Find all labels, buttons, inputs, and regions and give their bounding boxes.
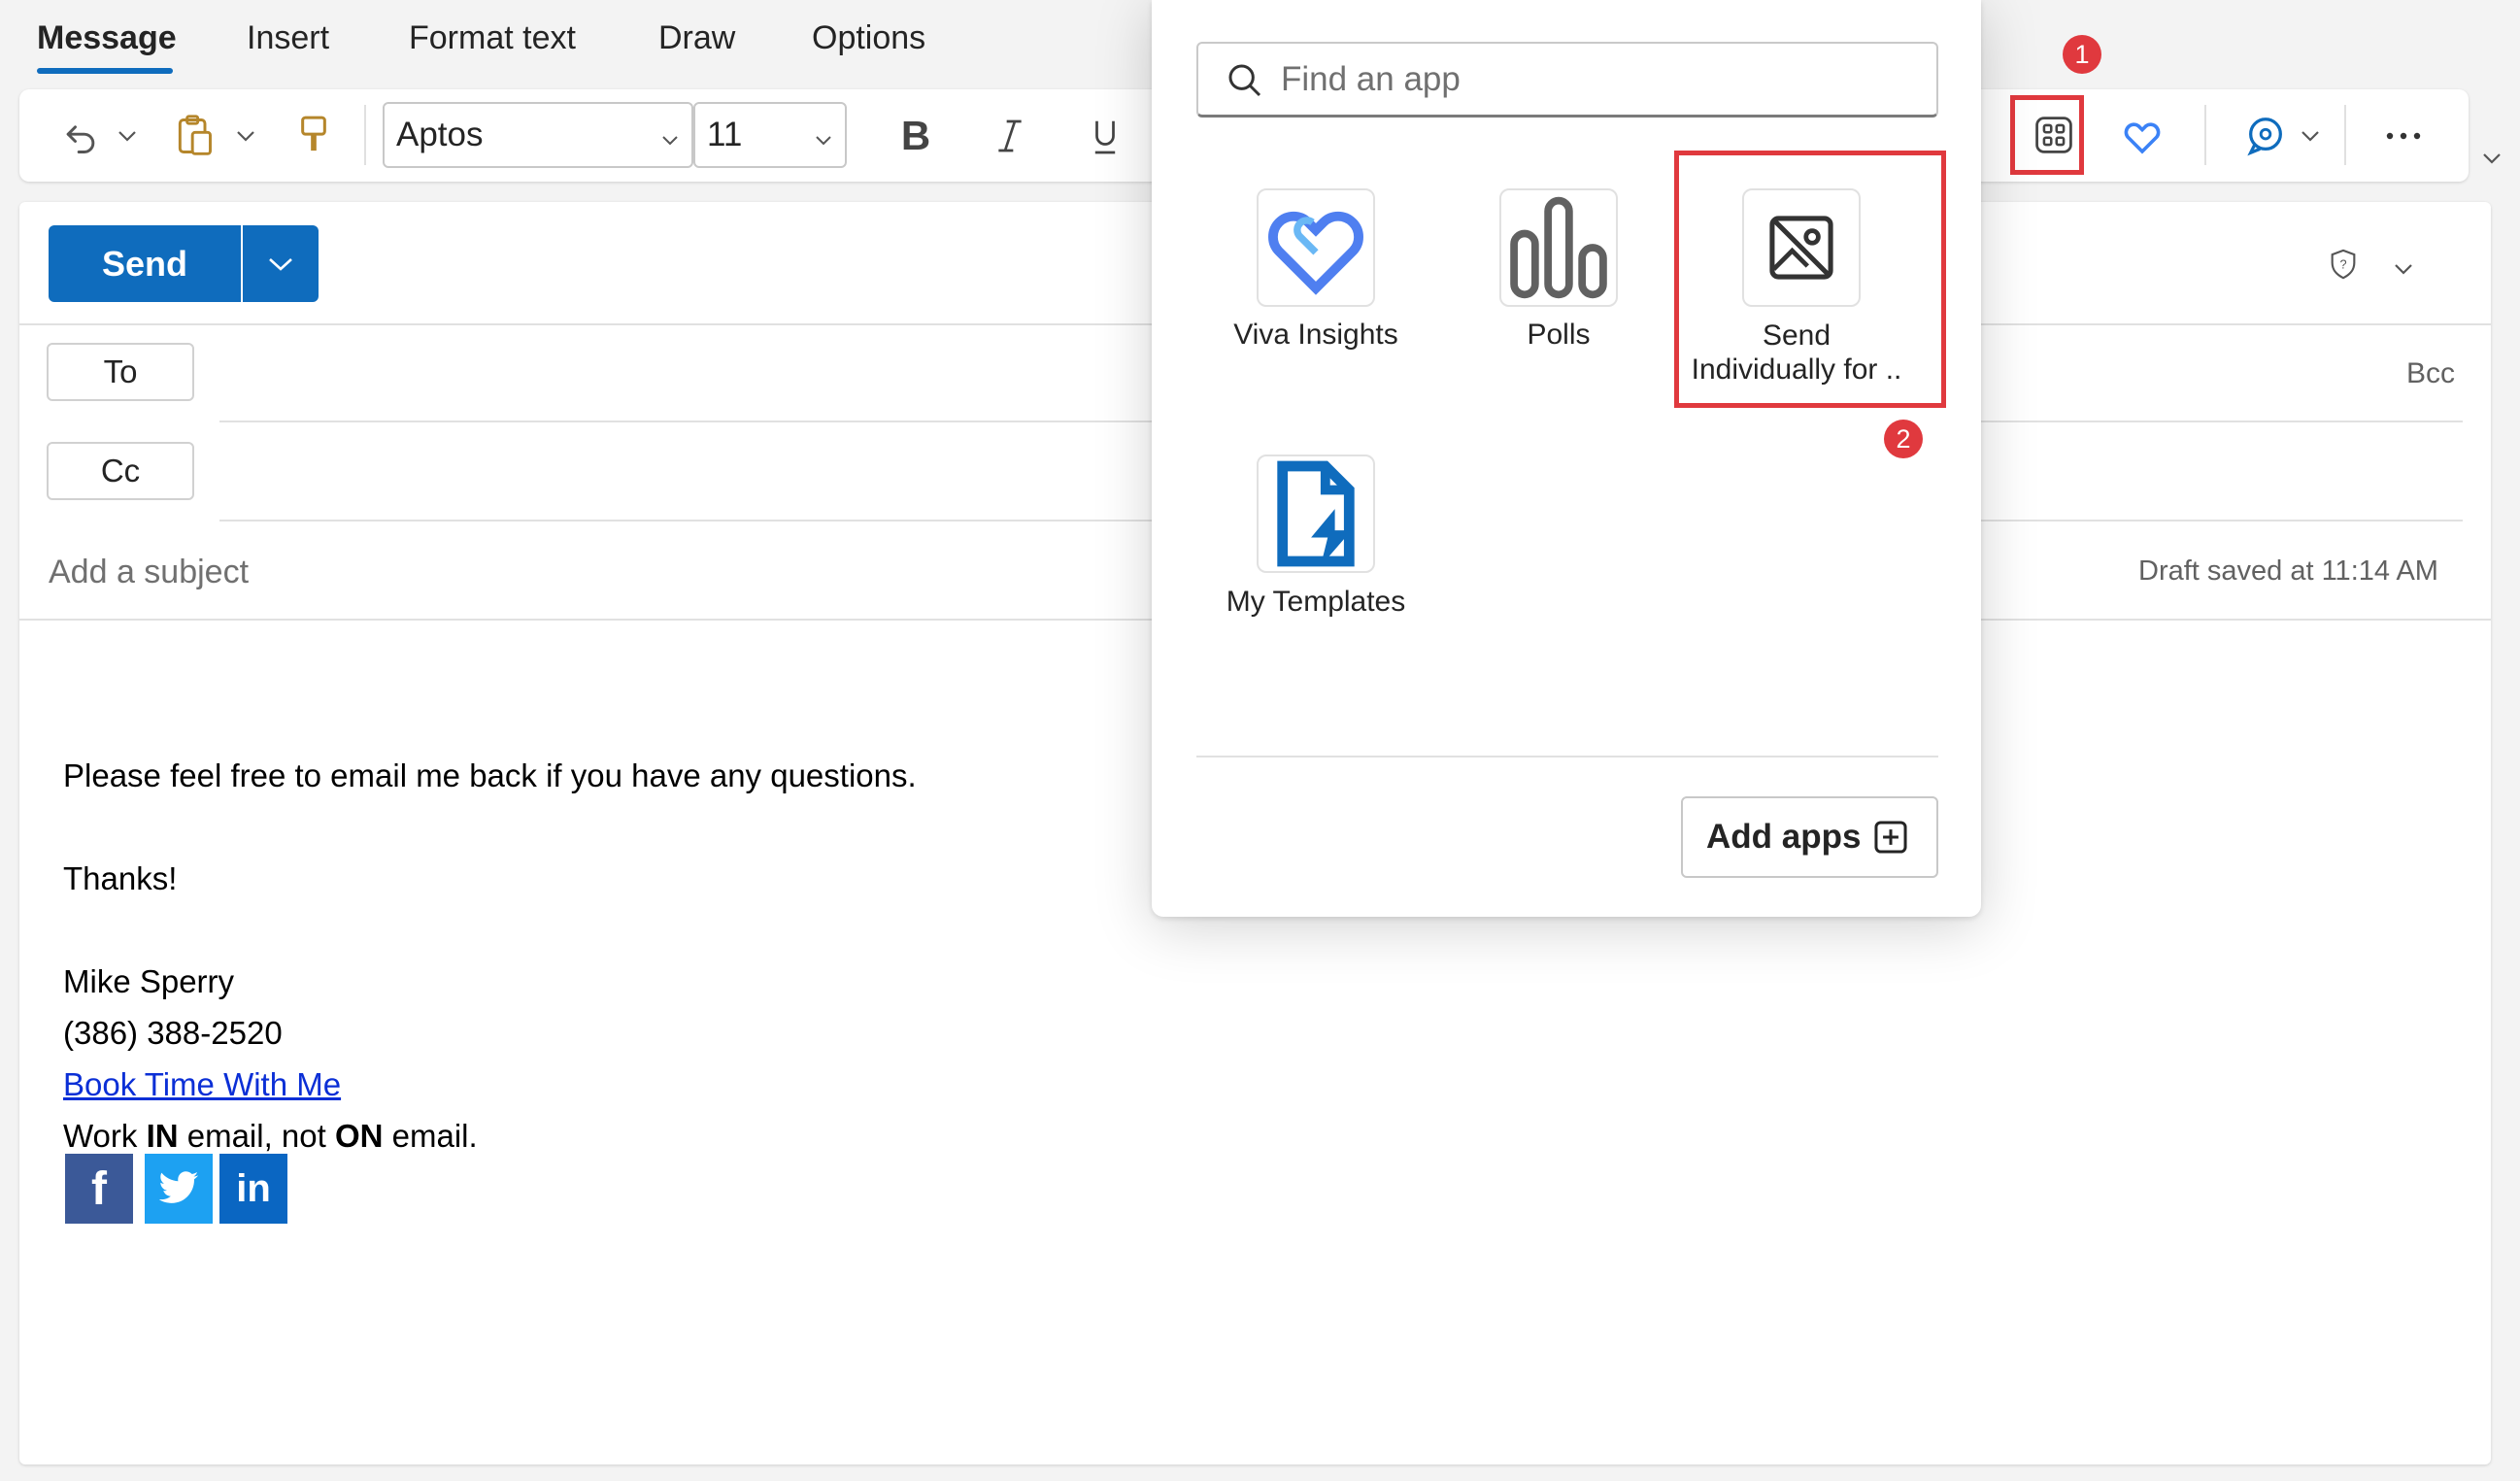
motto-in: IN [146, 1118, 179, 1154]
app-label-polls: Polls [1527, 319, 1591, 351]
svg-text:?: ? [2339, 256, 2346, 271]
callout-badge-2: 2 [1884, 420, 1923, 458]
font-size-dropdown[interactable]: 11 [693, 102, 847, 168]
subject-input[interactable]: Add a subject [49, 554, 249, 591]
chevron-down-icon[interactable] [113, 121, 142, 151]
bold-icon[interactable]: B [891, 109, 940, 162]
toolbar-divider [2204, 105, 2206, 165]
send-options-button[interactable] [243, 225, 319, 302]
highlight-box-apps [2010, 95, 2084, 175]
viva-insights-icon[interactable] [2115, 107, 2169, 165]
popup-divider [1196, 756, 1938, 757]
add-apps-button[interactable]: Add apps [1681, 796, 1938, 878]
search-placeholder: Find an app [1281, 60, 1461, 98]
app-my-templates[interactable] [1257, 454, 1375, 573]
facebook-icon[interactable]: f [65, 1154, 133, 1224]
active-tab-indicator [37, 68, 173, 74]
more-options-icon[interactable] [2379, 109, 2428, 162]
to-button[interactable]: To [47, 343, 194, 401]
motto-text: email, not [178, 1118, 335, 1154]
app-label-viva-insights: Viva Insights [1233, 319, 1398, 351]
toolbar-divider [2344, 105, 2346, 165]
app-polls[interactable] [1499, 188, 1618, 307]
undo-icon[interactable] [56, 109, 105, 162]
callout-badge-1: 1 [2063, 35, 2101, 74]
tab-message[interactable]: Message [37, 19, 177, 57]
body-paragraph[interactable]: Please feel free to email me back if you… [63, 757, 917, 794]
linkedin-glyph: in [236, 1166, 271, 1210]
add-box-icon [1872, 819, 1909, 856]
signature-motto: Work IN email, not ON email. [63, 1118, 478, 1155]
app-viva-insights[interactable] [1257, 188, 1375, 307]
motto-text: Work [63, 1118, 147, 1154]
twitter-icon[interactable] [145, 1154, 213, 1224]
facebook-glyph: f [91, 1162, 107, 1215]
book-time-link[interactable]: Book Time With Me [63, 1066, 341, 1103]
chevron-down-icon [658, 121, 682, 160]
chevron-down-icon[interactable] [231, 121, 260, 151]
motto-text: email. [383, 1118, 478, 1154]
chevron-down-icon [269, 257, 292, 271]
my-templates-icon [1277, 460, 1355, 567]
draft-saved-status: Draft saved at 11:14 AM [2138, 555, 2438, 587]
font-size-value: 11 [707, 116, 743, 153]
sensitivity-shield-icon[interactable]: ? [2326, 245, 2361, 284]
toolbar-divider [364, 105, 366, 165]
highlight-box-send-individually [1674, 151, 1946, 408]
add-apps-label: Add apps [1706, 818, 1862, 856]
signature-phone[interactable]: (386) 388-2520 [63, 1015, 283, 1052]
cc-button[interactable]: Cc [47, 442, 194, 500]
tab-options[interactable]: Options [812, 19, 925, 57]
font-name-value: Aptos [396, 116, 484, 153]
chevron-down-icon[interactable] [2296, 121, 2325, 151]
app-label-my-templates: My Templates [1226, 586, 1406, 618]
tab-format-text[interactable]: Format text [409, 19, 576, 57]
polls-icon [1510, 196, 1607, 299]
font-name-dropdown[interactable]: Aptos [383, 102, 693, 168]
search-icon [1226, 61, 1264, 105]
paste-icon[interactable] [170, 109, 218, 162]
italic-icon[interactable] [986, 109, 1034, 162]
format-painter-icon[interactable] [291, 109, 336, 162]
motto-on: ON [334, 1118, 384, 1154]
viva-insights-icon [1268, 211, 1363, 295]
copilot-chat-icon[interactable] [2238, 107, 2293, 165]
tab-draw[interactable]: Draw [658, 19, 735, 57]
chevron-down-icon [812, 121, 835, 160]
expand-ribbon-chevron-icon[interactable] [2476, 144, 2507, 173]
body-thanks[interactable]: Thanks! [63, 860, 177, 897]
chevron-down-icon[interactable] [2389, 254, 2418, 284]
underline-icon[interactable] [1081, 109, 1129, 162]
signature-name[interactable]: Mike Sperry [63, 963, 234, 1000]
linkedin-icon[interactable]: in [219, 1154, 287, 1224]
find-app-search[interactable]: Find an app [1196, 42, 1938, 118]
bcc-button[interactable]: Bcc [2406, 357, 2455, 390]
send-button[interactable]: Send [49, 225, 241, 302]
tab-insert[interactable]: Insert [247, 19, 329, 57]
